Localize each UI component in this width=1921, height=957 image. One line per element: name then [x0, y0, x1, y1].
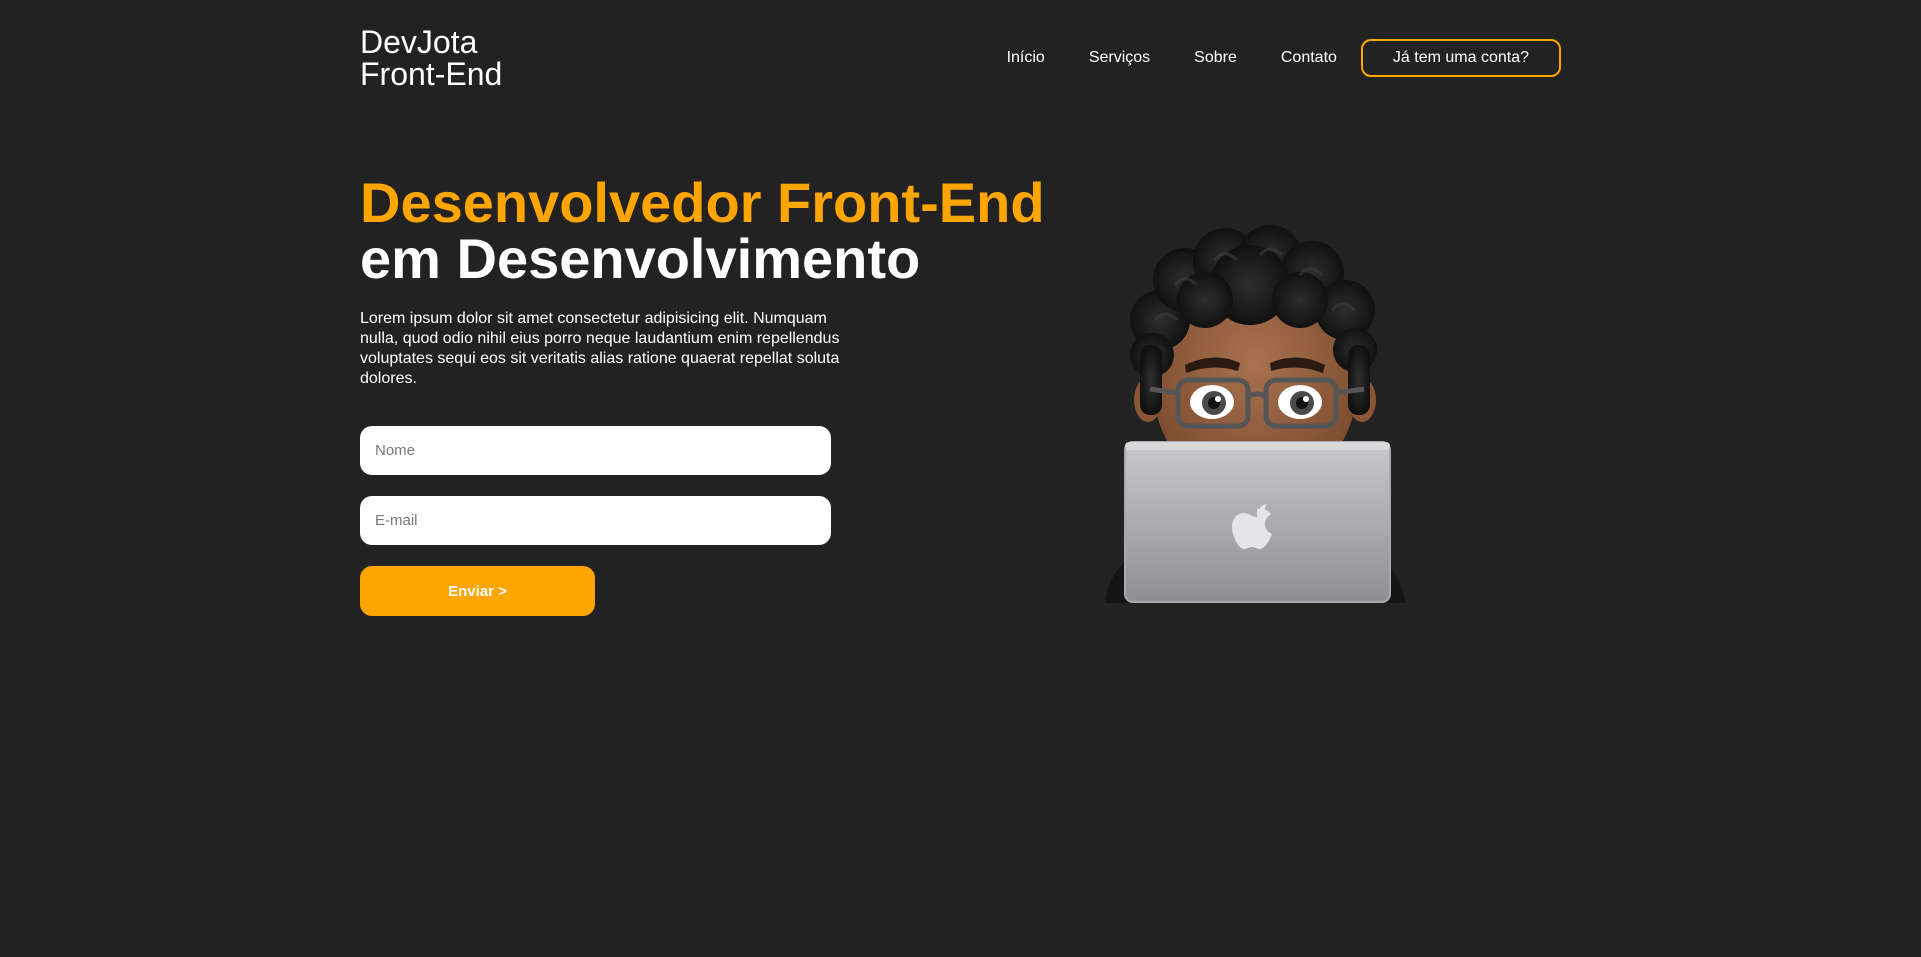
hero-title-line-1: Desenvolvedor Front-End [360, 171, 1045, 234]
send-button[interactable]: Enviar > [360, 566, 595, 616]
email-input[interactable] [360, 496, 831, 545]
login-button[interactable]: Já tem uma conta? [1360, 39, 1561, 77]
nav-link-contato[interactable]: Contato [1281, 37, 1337, 79]
memoji-developer-illustration [1100, 225, 1410, 605]
logo[interactable]: DevJota Front-End [360, 26, 502, 90]
name-input[interactable] [360, 426, 831, 475]
hero-title: Desenvolvedor Front-End em Desenvolvimen… [360, 175, 1045, 287]
nav-link-servicos[interactable]: Serviços [1089, 37, 1150, 79]
logo-line-1: DevJota [360, 24, 478, 60]
logo-line-2: Front-End [360, 56, 503, 92]
main-nav: Início Serviços Sobre Contato Já tem uma… [1007, 37, 1561, 79]
nav-link-sobre[interactable]: Sobre [1194, 37, 1237, 79]
page: DevJota Front-End Início Serviços Sobre … [0, 0, 1921, 957]
nav-link-inicio[interactable]: Início [1007, 37, 1045, 79]
hero-description: Lorem ipsum dolor sit amet consectetur a… [360, 310, 840, 387]
hero-title-line-2: em Desenvolvimento [360, 227, 921, 290]
